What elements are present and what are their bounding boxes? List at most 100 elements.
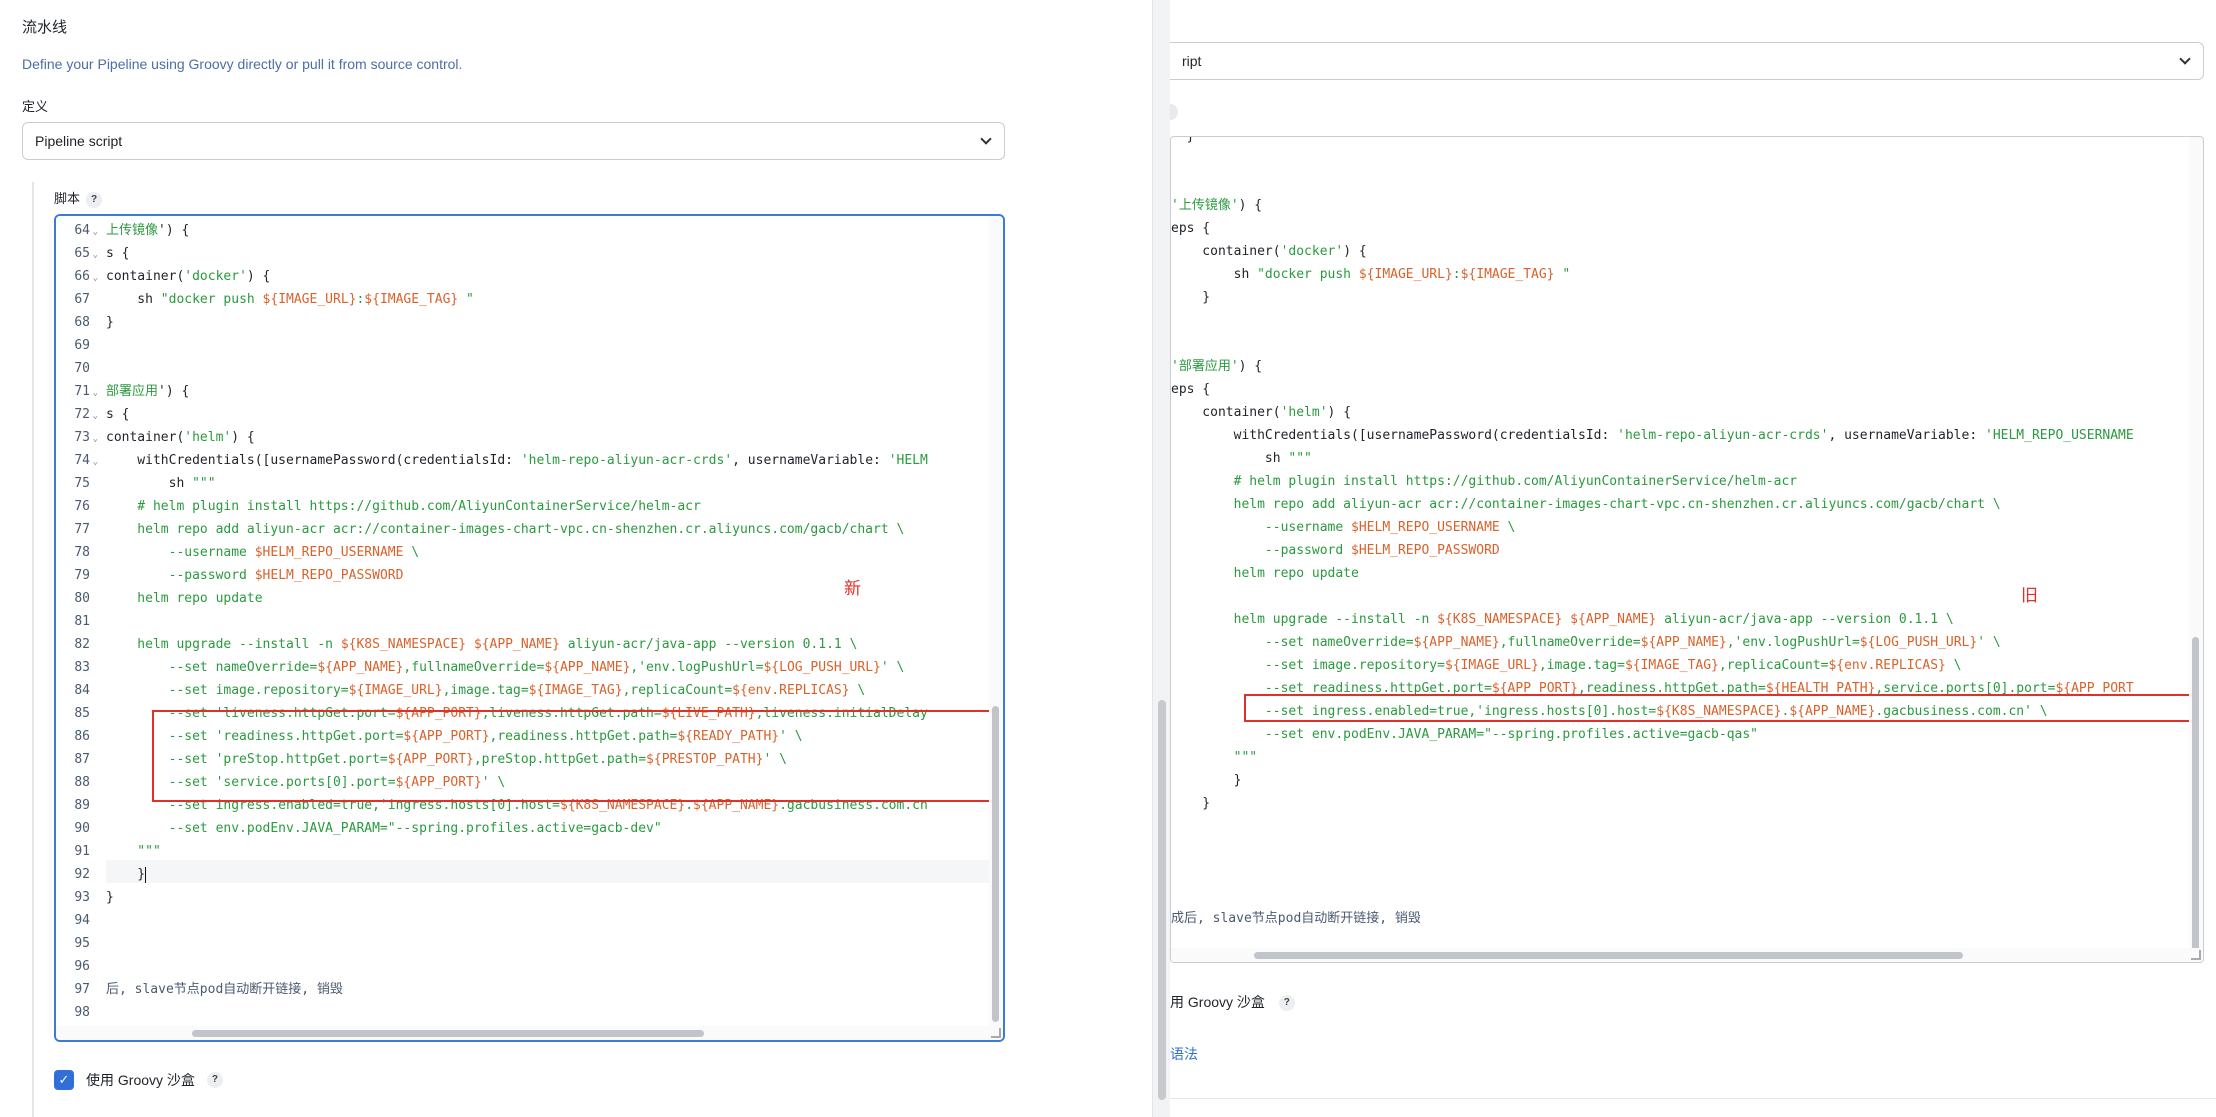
line-number-text: 95 bbox=[74, 936, 90, 951]
resize-grip-icon[interactable] bbox=[2191, 950, 2201, 960]
line-number-text: 85 bbox=[74, 706, 90, 721]
code-token: ) { bbox=[246, 269, 271, 284]
horizontal-scrollbar[interactable] bbox=[56, 1026, 1003, 1040]
code-line: 成后, slave节点pod自动断开链接, 销毁 bbox=[1171, 907, 1421, 930]
bottom-divider bbox=[1170, 1098, 2216, 1117]
code-token: """ bbox=[1288, 451, 1312, 466]
vertical-scrollbar-thumb[interactable] bbox=[2192, 637, 2199, 951]
code-token: ${READY_PATH} bbox=[677, 729, 780, 744]
fold-chevron-icon[interactable]: ⌄ bbox=[90, 451, 98, 474]
code-token: ) { bbox=[1343, 244, 1367, 259]
code-token: ${APP_NAME} bbox=[1640, 635, 1727, 650]
code-token: 部署应用 bbox=[106, 384, 159, 399]
fold-chevron-icon[interactable]: ⌄ bbox=[90, 244, 98, 267]
code-line: --set env.podEnv.JAVA_PARAM="--spring.pr… bbox=[106, 817, 662, 840]
chevron-down-icon bbox=[2179, 53, 2191, 65]
code-token: --set readiness.httpGet.port= bbox=[1171, 681, 1492, 696]
code-token: aliyun-acr/java-app --version 0.1.1 \ bbox=[1656, 612, 1954, 627]
pipeline-syntax-link[interactable]: 语法 bbox=[1170, 1044, 1198, 1064]
line-number-text: 78 bbox=[74, 545, 90, 560]
fold-chevron-icon[interactable]: ⌄ bbox=[90, 405, 98, 428]
line-number: 94 bbox=[56, 909, 106, 932]
code-token: helm upgrade --install -n bbox=[1171, 612, 1438, 627]
code-line: '上传镜像') { bbox=[1171, 194, 1262, 217]
code-line: } bbox=[1171, 792, 1210, 815]
help-icon[interactable]: ? bbox=[206, 1072, 223, 1088]
code-line: sh """ bbox=[1171, 447, 1312, 470]
line-number: 87 bbox=[56, 748, 106, 771]
divider-scrollbar-thumb[interactable] bbox=[1158, 700, 1166, 1100]
code-token: helm upgrade --install -n bbox=[106, 637, 341, 652]
code-line: --set 'service.ports[0].port=${APP_PORT}… bbox=[106, 771, 506, 794]
code-line: --set 'readiness.httpGet.port=${APP_PORT… bbox=[106, 725, 803, 748]
line-number-text: 75 bbox=[74, 476, 90, 491]
fold-chevron-icon[interactable]: ⌄ bbox=[90, 428, 98, 451]
line-number-text: 77 bbox=[74, 522, 90, 537]
horizontal-scrollbar-thumb[interactable] bbox=[1254, 952, 1963, 959]
code-token: } bbox=[1171, 137, 1195, 144]
code-area[interactable]: 上传镜像') {s {container('docker') { sh "doc… bbox=[106, 216, 989, 1026]
code-line: helm repo update bbox=[106, 587, 262, 610]
fold-chevron-icon[interactable]: ⌄ bbox=[90, 382, 98, 405]
line-number: 68 bbox=[56, 311, 106, 334]
fold-chevron-icon[interactable]: ⌄ bbox=[90, 221, 98, 244]
code-token: ${APP_NAME} bbox=[473, 637, 560, 652]
code-token: $HELM_REPO_USERNAME bbox=[254, 545, 404, 560]
old-script-editor[interactable]: }'上传镜像') {eps { container('docker') { sh… bbox=[1170, 136, 2204, 963]
code-token: --set env.podEnv.JAVA_PARAM="--spring.pr… bbox=[1171, 727, 1758, 742]
code-token: ${K8S_NAMESPACE} bbox=[340, 637, 467, 652]
vertical-scrollbar[interactable] bbox=[989, 216, 1003, 1040]
old-groovy-sandbox-label: 用 Groovy 沙盒 bbox=[1170, 994, 1265, 1010]
definition-select[interactable]: Pipeline script bbox=[22, 122, 1005, 160]
line-number-text: 76 bbox=[74, 499, 90, 514]
code-line: container('docker') { bbox=[106, 265, 270, 288]
old-definition-select-value: ript bbox=[1182, 53, 1202, 69]
old-definition-select[interactable]: ript bbox=[1170, 42, 2204, 80]
horizontal-scrollbar[interactable] bbox=[1171, 948, 2203, 962]
code-token: # helm plugin install https://github.com… bbox=[1171, 474, 1798, 489]
fold-chevron-icon[interactable]: ⌄ bbox=[90, 267, 98, 290]
code-token: : bbox=[1452, 267, 1461, 282]
code-token: ') { bbox=[158, 384, 190, 399]
code-token: --set env.podEnv.JAVA_PARAM="--spring.pr… bbox=[106, 821, 662, 836]
line-number-gutter: 64 ⌄ 65 ⌄ 66 ⌄ 67 68 69 70 71 ⌄ 72 ⌄ 73 ⌄ 74 ⌄ 75 76 77 78 79 8… bbox=[56, 216, 106, 1040]
vertical-scrollbar[interactable] bbox=[2189, 137, 2203, 962]
code-token: ,fullnameOverride= bbox=[1499, 635, 1641, 650]
code-token: container( bbox=[1171, 405, 1281, 420]
resize-grip-icon[interactable] bbox=[991, 1028, 1001, 1038]
line-number: 96 bbox=[56, 955, 106, 978]
line-number-text: 86 bbox=[74, 729, 90, 744]
code-token: " bbox=[458, 292, 474, 307]
groovy-sandbox-checkbox[interactable]: ✓ bbox=[54, 1070, 74, 1090]
line-number: 66 ⌄ bbox=[56, 265, 106, 288]
code-line: withCredentials([usernamePassword(creden… bbox=[1171, 424, 2134, 447]
code-line: helm upgrade --install -n ${K8S_NAMESPAC… bbox=[1171, 608, 1954, 631]
line-number-text: 73 bbox=[74, 430, 90, 445]
new-script-editor[interactable]: 64 ⌄ 65 ⌄ 66 ⌄ 67 68 69 70 71 ⌄ 72 ⌄ 73 ⌄ 74 ⌄ 75 76 77 78 79 8… bbox=[54, 214, 1005, 1042]
code-line: --set 'preStop.httpGet.port=${APP_PORT},… bbox=[106, 748, 787, 771]
code-token: container( bbox=[106, 269, 185, 284]
help-icon[interactable]: ? bbox=[1278, 995, 1295, 1012]
line-number: 91 bbox=[56, 840, 106, 863]
horizontal-scrollbar-thumb[interactable] bbox=[192, 1030, 704, 1037]
code-token: sh bbox=[1171, 451, 1289, 466]
code-token: s { bbox=[106, 407, 130, 422]
vertical-scrollbar-thumb[interactable] bbox=[992, 706, 999, 1022]
code-token: ${APP_PORT} bbox=[1491, 681, 1578, 696]
code-line: --set nameOverride=${APP_NAME},fullnameO… bbox=[106, 656, 905, 679]
help-icon bbox=[1170, 104, 1178, 120]
code-token: --username bbox=[1171, 520, 1352, 535]
code-token: """ bbox=[192, 476, 216, 491]
code-token: 'helm-repo-aliyun-acr-crds' bbox=[1617, 428, 1829, 443]
code-line: # helm plugin install https://github.com… bbox=[106, 495, 701, 518]
line-number-text: 91 bbox=[74, 844, 90, 859]
code-token: "docker push bbox=[1257, 267, 1359, 282]
line-number: 86 bbox=[56, 725, 106, 748]
help-icon[interactable]: ? bbox=[86, 191, 103, 208]
code-token: --username bbox=[106, 545, 255, 560]
code-token: \ bbox=[1945, 658, 1962, 673]
line-number: 79 bbox=[56, 564, 106, 587]
code-area[interactable]: }'上传镜像') {eps { container('docker') { sh… bbox=[1171, 137, 2189, 948]
code-token: ,replicaCount= bbox=[1718, 658, 1829, 673]
code-line: --set env.podEnv.JAVA_PARAM="--spring.pr… bbox=[1171, 723, 1758, 746]
